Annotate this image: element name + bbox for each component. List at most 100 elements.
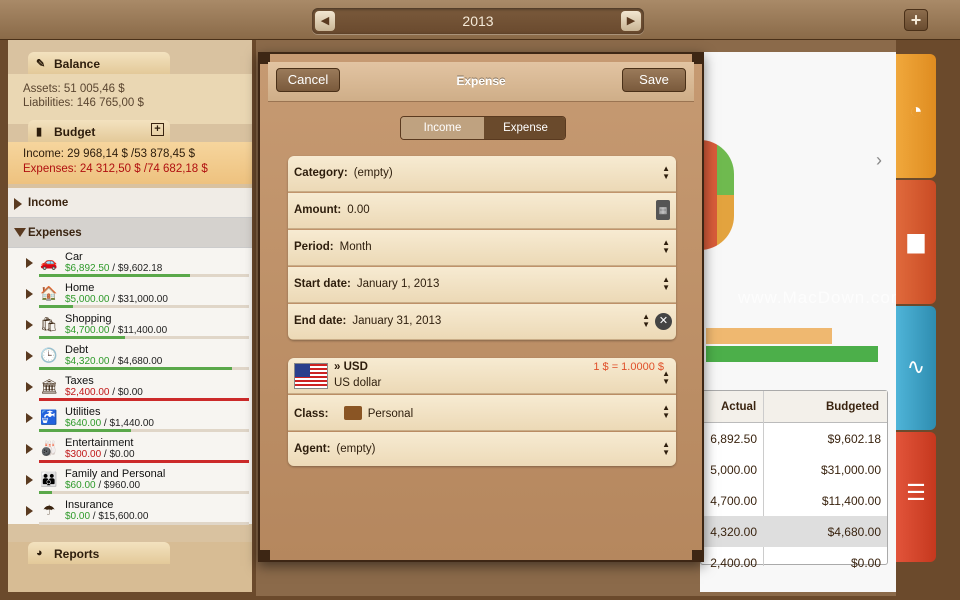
expand-arrow-icon[interactable] bbox=[26, 382, 33, 392]
balance-title: Balance bbox=[54, 57, 101, 71]
bar-report-tab[interactable]: ▆ bbox=[896, 180, 936, 304]
pie-chart bbox=[700, 140, 734, 250]
expand-arrow-icon[interactable] bbox=[26, 320, 33, 330]
class-field[interactable]: Class: Personal ▲ ▼ bbox=[288, 395, 676, 431]
item-amount: $2,400.00 / $0.00 bbox=[65, 387, 143, 398]
year-navigator: ◀ 2013 ▶ bbox=[312, 8, 644, 34]
segment-income[interactable]: Income bbox=[401, 117, 484, 139]
budgeted-cell: $11,400.00 bbox=[821, 494, 881, 508]
liabilities-text: Liabilities: 146 765,00 $ bbox=[23, 97, 144, 109]
list-item[interactable]: 🎳 Entertainment $300.00 / $0.00 bbox=[8, 434, 252, 465]
start-date-label: Start date: bbox=[294, 278, 351, 290]
list-item[interactable]: 🕒 Debt $4,320.00 / $4,680.00 bbox=[8, 341, 252, 372]
expand-arrow-icon[interactable] bbox=[26, 258, 33, 268]
category-icon: 🕒 bbox=[40, 347, 58, 363]
budget-tab[interactable]: ▮ Budget + bbox=[28, 120, 170, 142]
pie-chart-icon: ◕ bbox=[36, 547, 43, 559]
table-icon: ☰ bbox=[906, 480, 926, 505]
line-chart-icon: ∿ bbox=[906, 354, 926, 379]
amount-field[interactable]: Amount: 0.00 ▦ bbox=[288, 193, 676, 229]
calculator-icon[interactable]: ▦ bbox=[656, 200, 670, 220]
add-budget-button[interactable]: + bbox=[151, 123, 164, 136]
category-icon: 🏛 bbox=[40, 378, 58, 394]
expand-arrow-icon[interactable] bbox=[26, 506, 33, 516]
expand-arrow-icon[interactable] bbox=[26, 413, 33, 423]
progress-bar bbox=[39, 491, 249, 494]
expenses-group[interactable]: Expenses bbox=[8, 218, 252, 248]
reports-tab[interactable]: ◕ Reports bbox=[28, 542, 170, 564]
category-field[interactable]: Category: (empty) ▲ ▼ bbox=[288, 156, 676, 192]
item-amount: $640.00 / $1,440.00 bbox=[65, 418, 154, 429]
save-button[interactable]: Save bbox=[622, 68, 686, 92]
clear-icon[interactable]: ✕ bbox=[655, 313, 672, 330]
table-row[interactable]: 5,000.00 $31,000.00 bbox=[701, 454, 887, 485]
table-report-tab[interactable]: ☰ bbox=[896, 432, 936, 562]
item-amount: $4,320.00 / $4,680.00 bbox=[65, 356, 163, 367]
pie-report-tab[interactable]: ◔ bbox=[896, 54, 936, 178]
expand-arrow-icon[interactable] bbox=[26, 475, 33, 485]
table-row[interactable]: 4,700.00 $11,400.00 bbox=[701, 485, 887, 516]
progress-bar bbox=[39, 274, 249, 277]
stepper-icon: ▲ ▼ bbox=[662, 275, 670, 292]
list-item[interactable]: 🚰 Utilities $640.00 / $1,440.00 bbox=[8, 403, 252, 434]
item-name: Entertainment bbox=[65, 437, 134, 449]
expand-arrow-icon[interactable] bbox=[26, 351, 33, 361]
reports-area: ◕ Reports bbox=[8, 542, 252, 592]
actual-cell: 2,400.00 bbox=[710, 556, 757, 570]
col-actual[interactable]: Actual bbox=[721, 401, 756, 413]
assets-text: Assets: 51 005,46 $ bbox=[23, 83, 125, 95]
item-amount: $0.00 / $15,600.00 bbox=[65, 511, 149, 522]
exchange-rate: 1 $ = 1.0000 $ bbox=[593, 361, 664, 373]
sidebar: ✎ Balance Assets: 51 005,46 $ Liabilities… bbox=[8, 40, 252, 592]
list-item[interactable]: 👪 Family and Personal $60.00 / $960.00 bbox=[8, 465, 252, 496]
bar-chart-icon: ▆ bbox=[907, 228, 925, 253]
list-item[interactable]: ☂ Insurance $0.00 / $15,600.00 bbox=[8, 496, 252, 527]
expand-arrow-icon[interactable] bbox=[26, 444, 33, 454]
table-row[interactable]: 2,400.00 $0.00 bbox=[701, 547, 887, 578]
chevron-right-icon[interactable]: › bbox=[876, 150, 882, 171]
table-row[interactable]: 6,892.50 $9,602.18 bbox=[701, 423, 887, 454]
actual-cell: 5,000.00 bbox=[710, 463, 757, 477]
next-year-button[interactable]: ▶ bbox=[621, 11, 641, 31]
year-label: 2013 bbox=[462, 13, 494, 29]
balance-panel: Assets: 51 005,46 $ Liabilities: 146 765… bbox=[8, 74, 252, 124]
period-field[interactable]: Period: Month ▲ ▼ bbox=[288, 230, 676, 266]
expand-arrow-icon[interactable] bbox=[26, 289, 33, 299]
table-row[interactable]: 4,320.00 $4,680.00 bbox=[701, 516, 887, 547]
budget-panel: Income: 29 968,14 $ /53 878,45 $ Expense… bbox=[8, 142, 252, 184]
progress-bar bbox=[39, 522, 249, 525]
actual-cell: 4,320.00 bbox=[710, 525, 757, 539]
actual-cell: 6,892.50 bbox=[710, 432, 757, 446]
item-name: Utilities bbox=[65, 406, 101, 418]
stepper-icon: ▲ ▼ bbox=[662, 369, 670, 386]
end-date-field[interactable]: End date: January 31, 2013 ▲ ▼ ✕ bbox=[288, 304, 676, 340]
budget-form: Category: (empty) ▲ ▼ Amount: 0.00 ▦ Period… bbox=[288, 156, 676, 340]
currency-field[interactable]: » USD US dollar 1 $ = 1.0000 $ ▲ ▼ bbox=[288, 358, 676, 394]
category-icon: 🏠 bbox=[40, 285, 58, 301]
expense-dialog: Cancel Expense Save Income Expense Categ… bbox=[258, 52, 704, 562]
income-group[interactable]: Income bbox=[8, 188, 252, 218]
item-amount: $300.00 / $0.00 bbox=[65, 449, 135, 460]
start-date-field[interactable]: Start date: January 1, 2013 ▲ ▼ bbox=[288, 267, 676, 303]
col-budgeted[interactable]: Budgeted bbox=[826, 401, 879, 413]
line-report-tab[interactable]: ∿ bbox=[896, 306, 936, 430]
budget-income-text: Income: 29 968,14 $ /53 878,45 $ bbox=[23, 148, 195, 160]
budgeted-cell: $31,000.00 bbox=[820, 463, 881, 477]
balance-tab[interactable]: ✎ Balance bbox=[28, 52, 170, 74]
budget-title: Budget bbox=[54, 125, 96, 139]
budgeted-cell: $9,602.18 bbox=[827, 432, 881, 446]
progress-bar bbox=[39, 367, 249, 370]
category-icon: 🚗 bbox=[40, 254, 58, 270]
chevron-right-icon: ▶ bbox=[626, 15, 636, 27]
us-flag-icon bbox=[294, 363, 328, 389]
list-item[interactable]: 🏛 Taxes $2,400.00 / $0.00 bbox=[8, 372, 252, 403]
list-item[interactable]: 🛍 Shopping $4,700.00 / $11,400.00 bbox=[8, 310, 252, 341]
category-icon: 🚰 bbox=[40, 409, 58, 425]
agent-field[interactable]: Agent: (empty) ▲ ▼ bbox=[288, 432, 676, 466]
add-button[interactable]: + bbox=[904, 9, 928, 31]
list-item[interactable]: 🚗 Car $6,892.50 / $9,602.18 bbox=[8, 248, 252, 279]
item-amount: $4,700.00 / $11,400.00 bbox=[65, 325, 168, 336]
item-name: Family and Personal bbox=[65, 468, 166, 480]
list-item[interactable]: 🏠 Home $5,000.00 / $31,000.00 bbox=[8, 279, 252, 310]
segment-expense[interactable]: Expense bbox=[484, 117, 565, 139]
